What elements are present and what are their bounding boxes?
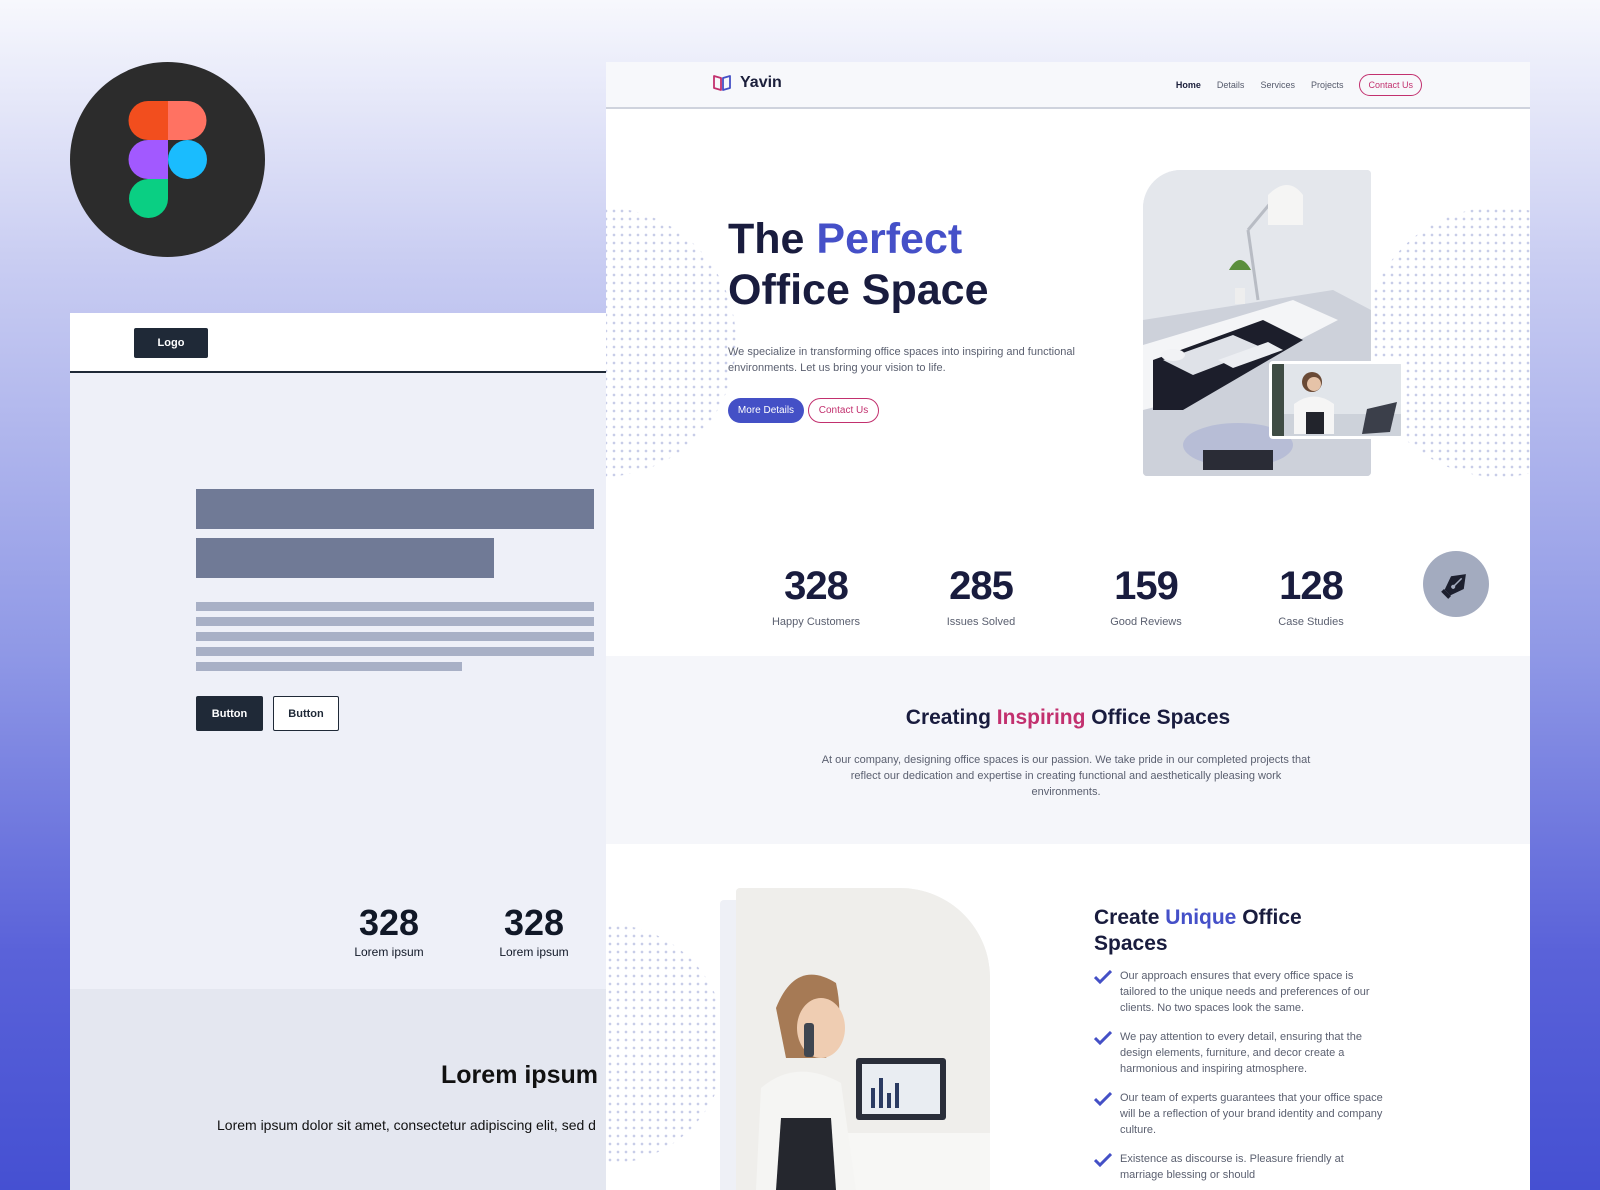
wireframe-text-line: [196, 647, 594, 656]
list-item-text: We pay attention to every detail, ensuri…: [1120, 1031, 1362, 1075]
stat-value: 328: [784, 564, 849, 608]
stat-label: Case Studies: [1278, 616, 1344, 628]
stat-happy-customers: 328 Happy Customers: [756, 564, 876, 628]
wireframe-stat-value: 328: [358, 902, 420, 943]
inspiring-section-title: Creating Inspiring Office Spaces: [606, 706, 1530, 730]
more-details-button[interactable]: More Details: [728, 398, 804, 423]
stat-issues-solved: 285 Issues Solved: [921, 564, 1041, 628]
nav-item-projects[interactable]: Projects: [1311, 80, 1344, 90]
nav-contact-button[interactable]: Contact Us: [1359, 74, 1422, 96]
checkmark-icon: [1094, 1092, 1112, 1106]
wireframe-stat: 328 Lorem ipsum: [489, 902, 579, 960]
wireframe-section: Lorem ipsum Lorem ipsum dolor sit amet, …: [70, 989, 606, 1190]
title-accent: Inspiring: [996, 706, 1086, 729]
figma-icon: [128, 101, 207, 218]
nav-item-home[interactable]: Home: [1176, 80, 1201, 90]
stat-value: 159: [1114, 564, 1179, 608]
wireframe-text-line: [196, 617, 594, 626]
wireframe-primary-button[interactable]: Button: [196, 696, 263, 731]
wireframe-stat-label: Lorem ipsum: [499, 945, 569, 959]
title-part: Office Spaces: [1085, 706, 1231, 729]
pen-nib-icon: [1441, 574, 1466, 599]
wireframe-secondary-button[interactable]: Button: [273, 696, 339, 731]
title-accent: Unique: [1165, 906, 1237, 929]
nav-item-services[interactable]: Services: [1260, 80, 1295, 90]
stat-label: Issues Solved: [946, 616, 1016, 628]
nav-item-details[interactable]: Details: [1217, 80, 1245, 90]
list-item-text: Our team of experts guarantees that your…: [1120, 1092, 1383, 1136]
wireframe-text-line: [196, 662, 462, 671]
wireframe-title-bar: [196, 489, 594, 529]
dot-pattern: [606, 207, 736, 477]
checkmark-icon: [1094, 1153, 1112, 1167]
wireframe-stat: 328 Lorem ipsum: [344, 902, 434, 960]
wireframe-stat-label: Lorem ipsum: [354, 945, 424, 959]
checkmark-icon: [1094, 1031, 1112, 1045]
checkmark-icon: [1094, 970, 1112, 984]
inspiring-section-text: At our company, designing office spaces …: [821, 754, 1311, 798]
stat-label: Good Reviews: [1110, 616, 1182, 628]
stat-value: 128: [1279, 564, 1344, 608]
stat-good-reviews: 159 Good Reviews: [1086, 564, 1206, 628]
feature-list: Our approach ensures that every office s…: [1094, 968, 1384, 1190]
wireframe-logo[interactable]: Logo: [134, 328, 208, 358]
woman-on-phone-photo: [736, 888, 990, 1190]
wireframe-panel: Logo Button Button 328 Lorem ipsum 328 L…: [70, 313, 606, 1190]
unique-section-title: Create Unique Office Spaces: [1094, 905, 1374, 957]
wireframe-header: Logo: [70, 313, 606, 373]
inspiring-section: Creating Inspiring Office Spaces At our …: [606, 656, 1530, 844]
list-item-text: Existence as discourse is. Pleasure frie…: [1120, 1153, 1344, 1181]
contact-us-button[interactable]: Contact Us: [808, 398, 879, 423]
hero-title-part: The: [728, 215, 817, 263]
wireframe-text-line: [196, 632, 594, 641]
stat-value: 285: [949, 564, 1014, 608]
hero-inset-photo: [1269, 361, 1404, 439]
wireframe-title-bar: [196, 538, 494, 578]
wireframe-section-title: Lorem ipsum: [441, 1061, 598, 1089]
title-part: Create: [1094, 906, 1166, 929]
brand[interactable]: Yavin: [712, 74, 782, 92]
website-mockup: Yavin Home Details Services Projects Con…: [606, 62, 1530, 1190]
dot-pattern: [606, 924, 726, 1164]
navbar: Yavin Home Details Services Projects Con…: [606, 62, 1530, 109]
nav-menu: Home Details Services Projects Contact U…: [1176, 74, 1422, 96]
hero-title: The Perfect Office Space: [728, 214, 989, 316]
wireframe-text-line: [196, 602, 594, 611]
list-item: Existence as discourse is. Pleasure frie…: [1094, 1151, 1384, 1183]
woman-at-laptop-illustration: [1272, 364, 1401, 436]
stat-label: Happy Customers: [771, 616, 861, 628]
hero-description: We specialize in transforming office spa…: [728, 346, 1075, 374]
hero-title-accent: Perfect: [816, 215, 963, 263]
stat-case-studies: 128 Case Studies: [1251, 564, 1371, 628]
brand-name: Yavin: [740, 74, 782, 91]
hero-title-line2: Office Space: [728, 266, 989, 314]
figma-logo: [70, 62, 265, 257]
list-item-text: Our approach ensures that every office s…: [1120, 970, 1370, 1014]
woman-on-phone-illustration: [736, 888, 990, 1190]
wireframe-stat-value: 328: [503, 902, 565, 943]
book-logo-icon: [713, 75, 731, 91]
wireframe-section-text: Lorem ipsum dolor sit amet, consectetur …: [217, 1117, 596, 1133]
list-item: Our approach ensures that every office s…: [1094, 968, 1384, 1016]
pen-tool-button[interactable]: [1423, 551, 1489, 617]
title-part: Creating: [905, 706, 997, 729]
list-item: Our team of experts guarantees that your…: [1094, 1090, 1384, 1138]
list-item: We pay attention to every detail, ensuri…: [1094, 1029, 1384, 1077]
